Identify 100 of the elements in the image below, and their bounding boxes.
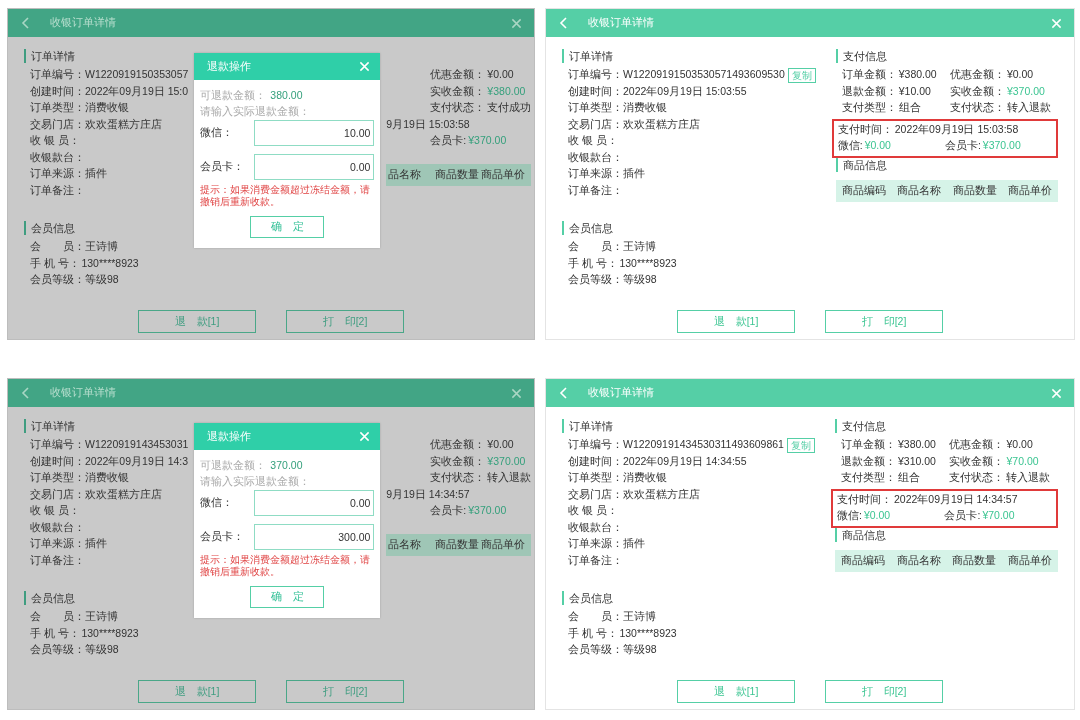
field-value: 欢欢蛋糕方庄店: [85, 486, 162, 502]
field-label: 会员卡：: [200, 159, 245, 174]
action-button[interactable]: 打 印[2]: [825, 310, 943, 333]
column-header: 商品数量: [434, 166, 480, 182]
amount-input[interactable]: 300.00: [254, 524, 375, 550]
hint-text: 提示：如果消费金额超过冻结金额，请撤销后重新收款。: [200, 184, 372, 208]
close-icon[interactable]: [511, 387, 522, 399]
field-value: 插件: [85, 536, 107, 552]
field-value: 2022年09月19日 14:34:55: [623, 453, 747, 469]
action-button[interactable]: 退 款[1]: [677, 680, 795, 703]
field-label: 创建时间：: [568, 453, 623, 469]
action-button[interactable]: 打 印[2]: [825, 680, 943, 703]
column-header: 商品单价: [481, 166, 526, 182]
field-label: 订单类型：: [568, 100, 623, 116]
action-button[interactable]: 打 印[2]: [286, 680, 404, 703]
field-label: 交易门店：: [30, 116, 85, 132]
field-label: 订单类型：: [30, 470, 85, 486]
field-value: 插件: [623, 166, 645, 182]
field-value: 9月19日 14:34:57: [386, 486, 470, 502]
back-icon[interactable]: [558, 387, 570, 399]
field-label: 退款金额：: [841, 83, 897, 99]
field-value: ¥380.00: [898, 67, 937, 83]
field-value: 130****8923: [81, 255, 139, 271]
field-value: ¥380.00: [487, 83, 526, 99]
field-value: 等级98: [85, 272, 119, 288]
field-label: 支付状态：: [430, 100, 486, 116]
field-label: 订单来源：: [30, 166, 85, 182]
action-button[interactable]: 退 款[1]: [138, 310, 256, 333]
field-value: ¥0.00: [863, 508, 891, 524]
field-label: 订单编号：: [568, 67, 623, 83]
column-header: 商品单价: [1008, 552, 1052, 568]
amount-input[interactable]: 0.00: [254, 490, 375, 516]
field-label: 收 银 员：: [568, 503, 619, 519]
confirm-button[interactable]: 确 定: [250, 216, 325, 238]
section-title: 订单详情: [24, 49, 189, 63]
field-value: ¥370.00: [468, 503, 507, 519]
field-value: ¥310.00: [897, 453, 936, 469]
section-title: 商品信息: [834, 527, 1058, 542]
field-label: 收 银 员：: [568, 133, 619, 149]
field-value: 130****8923: [619, 625, 677, 641]
field-label: 交易门店：: [568, 116, 623, 132]
column-header: 商品单价: [481, 536, 526, 552]
field-value: 插件: [623, 536, 645, 552]
field-value: 王诗博: [85, 239, 118, 255]
field-label: 手 机 号：: [30, 625, 81, 641]
field-label: 交易门店：: [30, 486, 85, 502]
field-label: 会员等级：: [30, 272, 85, 288]
field-label: 会员等级：: [568, 272, 623, 288]
field-value: 王诗博: [85, 609, 118, 625]
field-label: 订单类型：: [30, 100, 85, 116]
field-label: 支付类型：: [841, 100, 897, 116]
field-label: 会员卡:: [944, 508, 981, 524]
field-label: 创建时间：: [568, 83, 623, 99]
field-label: 支付状态：: [430, 470, 486, 486]
field-label: 支付状态：: [949, 470, 1005, 486]
field-value: ¥0.00: [1006, 67, 1034, 83]
field-value: ¥0.00: [864, 138, 891, 154]
back-icon[interactable]: [20, 387, 32, 399]
copy-button[interactable]: 复制: [787, 67, 816, 83]
field-label: 会 员：: [30, 609, 85, 625]
section-title: 订单详情: [562, 49, 816, 63]
field-label: 收银款台：: [568, 519, 623, 535]
action-button[interactable]: 退 款[1]: [138, 680, 256, 703]
action-button[interactable]: 打 印[2]: [286, 310, 404, 333]
field-label: 支付类型：: [840, 470, 896, 486]
field-label: 优惠金额：: [949, 437, 1005, 453]
field-label: 微信:: [836, 508, 862, 524]
field-value: 380.00: [270, 88, 303, 104]
field-label: 收银款台：: [30, 149, 85, 165]
window-title: 收银订单详情: [588, 15, 655, 31]
field-label: 会员卡:: [944, 138, 981, 154]
field-value: 组合: [897, 470, 920, 486]
field-value: 欢欢蛋糕方庄店: [623, 486, 700, 502]
amount-input[interactable]: 0.00: [254, 154, 375, 180]
window-title: 收银订单详情: [50, 15, 117, 31]
field-value: 消费收银: [85, 100, 129, 116]
field-value: 2022年09月19日 14:34:57: [893, 491, 1018, 507]
amount-input[interactable]: 10.00: [254, 120, 375, 146]
section-title: 商品信息: [835, 157, 1058, 172]
section-title: 订单详情: [562, 419, 815, 433]
field-label: 支付时间：: [837, 121, 893, 137]
field-label: 收 银 员：: [30, 503, 81, 519]
field-value: 消费收银: [623, 100, 667, 116]
confirm-button[interactable]: 确 定: [250, 586, 325, 608]
field-value: ¥370.00: [468, 133, 507, 149]
field-value: ¥10.00: [898, 83, 931, 99]
dialog-title: 退款操作: [207, 58, 252, 74]
copy-button[interactable]: 复制: [786, 437, 815, 453]
field-value: 欢欢蛋糕方庄店: [623, 116, 700, 132]
field-label: 实收金额：: [949, 453, 1005, 469]
field-value: 转入退款: [1006, 100, 1051, 116]
close-icon[interactable]: [511, 17, 522, 29]
back-icon[interactable]: [20, 17, 32, 29]
field-value: 组合: [898, 100, 921, 116]
action-button[interactable]: 退 款[1]: [677, 310, 795, 333]
field-label: 实收金额：: [430, 453, 486, 469]
field-value: 9月19日 15:03:58: [386, 116, 470, 132]
field-value: 欢欢蛋糕方庄店: [85, 116, 162, 132]
field-label: 订单来源：: [568, 166, 623, 182]
back-icon[interactable]: [558, 17, 570, 29]
